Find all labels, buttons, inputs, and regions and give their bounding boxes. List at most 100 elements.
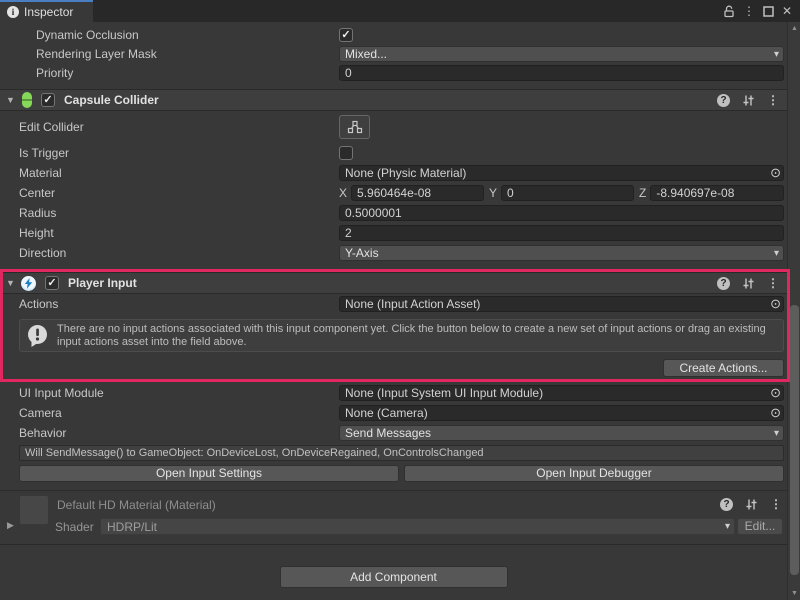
- help-icon[interactable]: ?: [717, 277, 730, 290]
- edit-collider-label: Edit Collider: [19, 120, 339, 134]
- radius-label: Radius: [19, 206, 339, 220]
- edit-collider-button[interactable]: [339, 115, 370, 139]
- foldout-closed-icon[interactable]: ▶: [7, 520, 14, 531]
- kebab-menu-icon[interactable]: ⋮: [767, 93, 779, 107]
- center-label: Center: [19, 186, 339, 200]
- rendering-layer-mask-row: Rendering Layer Mask Mixed...▾: [0, 44, 787, 63]
- height-field[interactable]: 2: [339, 225, 784, 241]
- height-label: Height: [19, 226, 339, 240]
- camera-row: Camera None (Camera)⊙: [0, 403, 787, 423]
- material-sphere-thumbnail[interactable]: [20, 496, 48, 524]
- ui-input-module-label: UI Input Module: [19, 386, 339, 400]
- capsule-collider-enabled-checkbox[interactable]: ✓: [41, 93, 55, 107]
- close-icon[interactable]: ✕: [782, 5, 792, 17]
- capsule-collider-icon: [22, 92, 32, 108]
- priority-label: Priority: [36, 66, 339, 80]
- check-icon: ✓: [43, 94, 52, 106]
- inspector-window: i Inspector ⋮ ✕ Dynamic Occlusion ✓ Rend…: [0, 0, 800, 600]
- behavior-dropdown[interactable]: Send Messages▾: [339, 425, 784, 441]
- is-trigger-label: Is Trigger: [19, 146, 339, 160]
- dynamic-occlusion-row: Dynamic Occlusion ✓: [0, 25, 787, 44]
- lock-icon[interactable]: [723, 5, 735, 18]
- inspector-content: Dynamic Occlusion ✓ Rendering Layer Mask…: [0, 22, 787, 600]
- object-picker-icon[interactable]: ⊙: [770, 296, 781, 311]
- dynamic-occlusion-label: Dynamic Occlusion: [36, 28, 339, 42]
- open-input-settings-button[interactable]: Open Input Settings: [19, 465, 399, 482]
- foldout-open-icon[interactable]: ▼: [6, 278, 20, 288]
- is-trigger-row: Is Trigger: [0, 143, 787, 163]
- direction-label: Direction: [19, 246, 339, 260]
- is-trigger-checkbox[interactable]: [339, 146, 353, 160]
- object-picker-icon[interactable]: ⊙: [770, 385, 781, 400]
- presets-icon[interactable]: [742, 277, 755, 290]
- actions-row: Actions None (Input Action Asset)⊙: [0, 294, 787, 314]
- radius-field[interactable]: 0.5000001: [339, 205, 784, 221]
- help-icon[interactable]: ?: [720, 498, 733, 511]
- kebab-menu-icon[interactable]: ⋮: [770, 497, 782, 511]
- warning-icon: [26, 324, 49, 348]
- scrollbar[interactable]: ▲ ▼: [787, 22, 800, 600]
- center-row: Center X5.960464e-08 Y0 Z-8.940697e-08: [0, 183, 787, 203]
- scroll-down-icon[interactable]: ▼: [788, 590, 800, 597]
- dynamic-occlusion-checkbox[interactable]: ✓: [339, 28, 353, 42]
- player-input-title: Player Input: [68, 276, 717, 290]
- chevron-down-icon: ▾: [774, 48, 779, 62]
- tab-bar: i Inspector ⋮ ✕: [0, 0, 800, 22]
- direction-dropdown[interactable]: Y-Axis▾: [339, 245, 784, 261]
- capsule-collider-title: Capsule Collider: [64, 93, 717, 107]
- center-x-field[interactable]: 5.960464e-08: [351, 185, 484, 201]
- behavior-row: Behavior Send Messages▾: [0, 423, 787, 443]
- no-actions-warning-box: There are no input actions associated wi…: [19, 319, 784, 352]
- player-input-enabled-checkbox[interactable]: ✓: [45, 276, 59, 290]
- add-component-button[interactable]: Add Component: [280, 566, 508, 588]
- center-z-field[interactable]: -8.940697e-08: [650, 185, 784, 201]
- tab-inspector[interactable]: i Inspector: [0, 0, 93, 22]
- object-picker-icon[interactable]: ⊙: [770, 405, 781, 420]
- material-object-field[interactable]: None (Physic Material)⊙: [339, 165, 784, 181]
- shader-dropdown[interactable]: HDRP/Lit▾: [100, 518, 735, 535]
- height-row: Height 2: [0, 223, 787, 243]
- presets-icon[interactable]: [742, 94, 755, 107]
- priority-row: Priority 0: [0, 63, 787, 82]
- scrollbar-thumb[interactable]: [790, 305, 799, 575]
- rendering-layer-mask-dropdown[interactable]: Mixed...▾: [339, 46, 784, 62]
- z-axis-label: Z: [639, 186, 646, 200]
- x-axis-label: X: [339, 186, 347, 200]
- foldout-open-icon[interactable]: ▼: [6, 95, 20, 105]
- maximize-icon[interactable]: [763, 6, 774, 17]
- camera-object-field[interactable]: None (Camera)⊙: [339, 405, 784, 421]
- player-input-header[interactable]: ▼ ✓ Player Input ? ⋮: [0, 272, 787, 294]
- material-label: Material: [19, 166, 339, 180]
- window-controls: ⋮ ✕: [723, 0, 800, 22]
- kebab-menu-icon[interactable]: ⋮: [767, 276, 779, 290]
- shader-edit-button[interactable]: Edit...: [737, 518, 783, 535]
- create-actions-button[interactable]: Create Actions...: [663, 359, 784, 377]
- object-picker-icon[interactable]: ⊙: [770, 165, 781, 180]
- edit-vertices-icon: [347, 120, 363, 134]
- presets-icon[interactable]: [745, 498, 758, 511]
- help-icon[interactable]: ?: [717, 94, 730, 107]
- shader-label: Shader: [55, 520, 94, 534]
- window-menu-icon[interactable]: ⋮: [743, 5, 755, 17]
- tab-label: Inspector: [24, 5, 73, 19]
- send-message-help-box: Will SendMessage() to GameObject: OnDevi…: [19, 445, 784, 461]
- chevron-down-icon: ▾: [774, 427, 779, 441]
- rendering-layer-mask-label: Rendering Layer Mask: [36, 47, 339, 61]
- check-icon: ✓: [47, 277, 56, 289]
- actions-object-field[interactable]: None (Input Action Asset)⊙: [339, 296, 784, 312]
- open-input-debugger-button[interactable]: Open Input Debugger: [404, 465, 784, 482]
- check-icon: ✓: [341, 29, 350, 41]
- material-title: Default HD Material (Material): [57, 498, 216, 512]
- info-icon: i: [7, 6, 19, 18]
- actions-label: Actions: [19, 297, 339, 311]
- capsule-collider-header[interactable]: ▼ ✓ Capsule Collider ? ⋮: [0, 89, 787, 111]
- chevron-down-icon: ▾: [725, 520, 730, 534]
- ui-input-module-row: UI Input Module None (Input System UI In…: [0, 383, 787, 403]
- material-row: Material None (Physic Material)⊙: [0, 163, 787, 183]
- center-y-field[interactable]: 0: [501, 185, 634, 201]
- player-input-icon: [21, 276, 36, 291]
- scroll-up-icon[interactable]: ▲: [788, 25, 800, 32]
- priority-field[interactable]: 0: [339, 65, 784, 81]
- ui-input-module-object-field[interactable]: None (Input System UI Input Module)⊙: [339, 385, 784, 401]
- direction-row: Direction Y-Axis▾: [0, 243, 787, 263]
